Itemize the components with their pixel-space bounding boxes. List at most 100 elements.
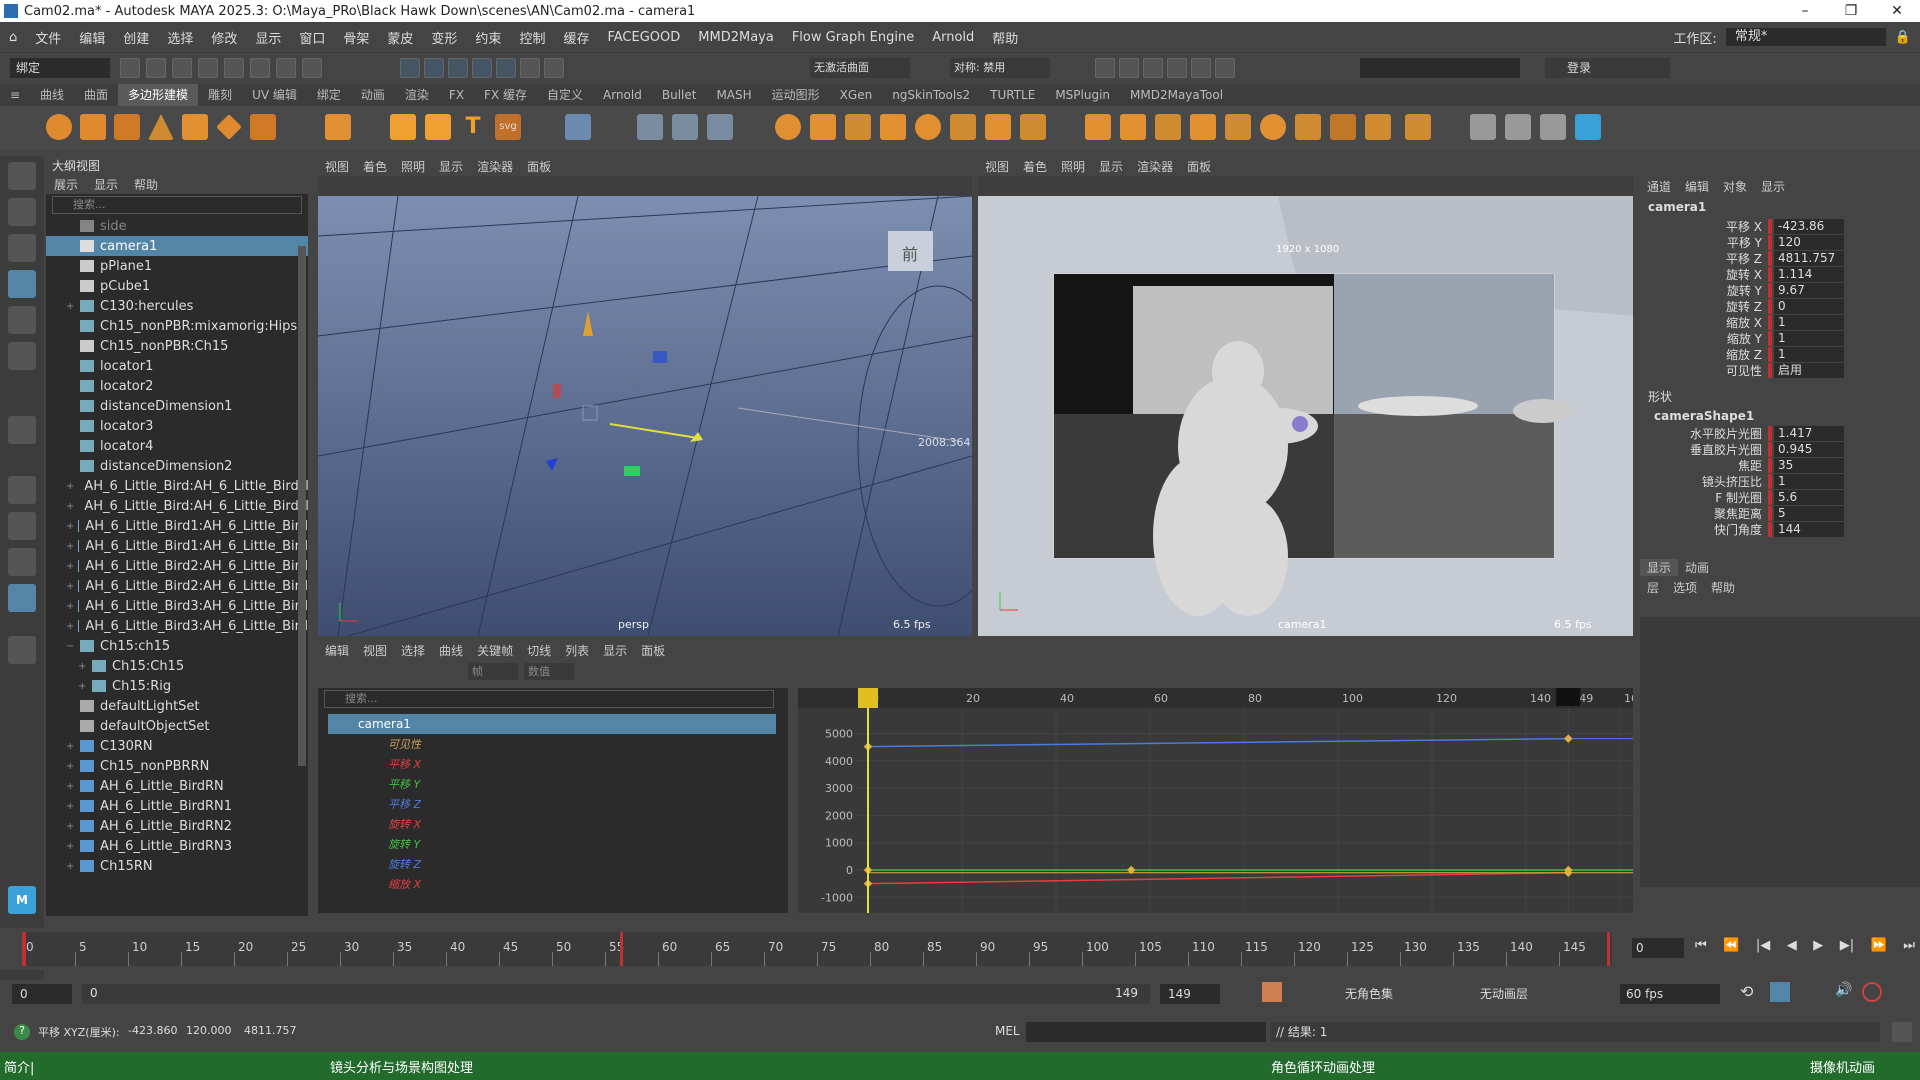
menu-deform[interactable]: 变形: [422, 28, 466, 47]
channel-attr-row[interactable]: 垂直胶片光圈 0.945: [1640, 441, 1920, 457]
multi-cut-icon[interactable]: [1120, 114, 1146, 140]
tab-rigging[interactable]: 绑定: [307, 84, 351, 106]
tab-fx[interactable]: FX: [439, 84, 474, 106]
ge-menu-view[interactable]: 视图: [356, 642, 394, 659]
menu-arnold[interactable]: Arnold: [923, 30, 983, 45]
script-language[interactable]: MEL: [995, 1024, 1020, 1038]
home-icon[interactable]: ⌂: [0, 30, 26, 45]
anim-layer-dropdown[interactable]: 无动画层: [1480, 984, 1580, 1004]
snap-point-icon[interactable]: [448, 58, 468, 78]
preferences-icon[interactable]: [1862, 982, 1882, 1002]
outliner-item[interactable]: + AH_6_Little_Bird2:AH_6_Little_Bird: [46, 556, 308, 576]
ge-menu-tangents[interactable]: 切线: [520, 642, 558, 659]
channel-attr-value[interactable]: 5.6: [1774, 489, 1844, 505]
menu-edit[interactable]: 编辑: [70, 28, 114, 47]
snap-grid-icon[interactable]: [400, 58, 420, 78]
outliner-item[interactable]: side: [46, 216, 308, 236]
bridge-icon[interactable]: [950, 114, 976, 140]
outliner-item[interactable]: + AH_6_Little_Bird:AH_6_Little_Bird_l: [46, 476, 308, 496]
channel-attr-value[interactable]: 5: [1774, 505, 1844, 521]
channel-attr-value[interactable]: 35: [1774, 457, 1844, 473]
vp-menu-show[interactable]: 显示: [432, 158, 470, 175]
target-weld-icon[interactable]: [1260, 114, 1286, 140]
tab-motion-graphics[interactable]: 运动图形: [762, 84, 830, 106]
tab-ngskintools[interactable]: ngSkinTools2: [882, 84, 980, 106]
ge-channel-row[interactable]: 旋转 Z: [318, 854, 788, 874]
cylindrical-uv-icon[interactable]: [1575, 114, 1601, 140]
channel-attr-row[interactable]: 平移 Z 4811.757: [1640, 250, 1920, 266]
select-tool-icon[interactable]: [8, 162, 36, 190]
outliner-item[interactable]: + C130RN: [46, 736, 308, 756]
tab-poly-modeling[interactable]: 多边形建模: [118, 84, 199, 106]
tab-sculpting[interactable]: 雕刻: [198, 84, 242, 106]
poly-cylinder-icon[interactable]: [114, 114, 140, 140]
outliner-menu-show[interactable]: 展示: [46, 176, 86, 193]
open-scene-icon[interactable]: [146, 58, 166, 78]
ge-channel-row[interactable]: 旋转 Y: [318, 834, 788, 854]
render-frame-icon[interactable]: [1095, 58, 1115, 78]
symmetry-field[interactable]: 对称: 禁用: [950, 58, 1050, 78]
channel-attr-value[interactable]: 1.417: [1774, 425, 1844, 441]
outliner-item[interactable]: Ch15_nonPBR:Ch15: [46, 336, 308, 356]
chapter-scene-composition[interactable]: 镜头分析与场景构图处理: [330, 1057, 790, 1076]
mode-dropdown[interactable]: 绑定: [10, 58, 110, 78]
shelf-options-icon[interactable]: ≡: [0, 84, 30, 106]
expand-icon[interactable]: +: [66, 541, 74, 552]
outliner-item[interactable]: Ch15_nonPBR:mixamorig:Hips: [46, 316, 308, 336]
outliner-item[interactable]: distanceDimension1: [46, 396, 308, 416]
mesh-tools-icon[interactable]: [565, 114, 591, 140]
ge-channel-row[interactable]: 平移 X: [318, 754, 788, 774]
planar-uv-icon[interactable]: [1540, 114, 1566, 140]
search-icon[interactable]: [8, 636, 36, 664]
tab-curves[interactable]: 曲线: [30, 84, 74, 106]
workspace-select[interactable]: 常规*: [1725, 28, 1886, 46]
lasso-tool-icon[interactable]: [8, 198, 36, 226]
channel-attr-value[interactable]: 9.67: [1774, 282, 1844, 298]
insert-edge-loop-icon[interactable]: [1155, 114, 1181, 140]
play-backward-icon[interactable]: ◀: [1787, 938, 1797, 958]
layout-single-icon[interactable]: [8, 476, 36, 504]
auto-key-icon[interactable]: [1262, 982, 1282, 1002]
help-icon[interactable]: ?: [14, 1024, 30, 1040]
vp2-menu-view[interactable]: 视图: [978, 158, 1016, 175]
smooth-icon[interactable]: [845, 114, 871, 140]
ge-channel-row[interactable]: 缩放 X: [318, 874, 788, 894]
range-start-field[interactable]: 0: [12, 984, 72, 1004]
expand-icon[interactable]: +: [66, 841, 76, 852]
mirror-icon[interactable]: [915, 114, 941, 140]
ge-menu-edit[interactable]: 编辑: [318, 642, 356, 659]
channel-attr-row[interactable]: 平移 Y 120: [1640, 234, 1920, 250]
live-surface-field[interactable]: 无激活曲面: [810, 58, 910, 78]
camera-canvas[interactable]: 1920 x 1080 camera1 6.5 fps: [978, 196, 1633, 636]
rotate-tool-icon[interactable]: [8, 306, 36, 334]
character-set-dropdown[interactable]: 无角色集: [1345, 984, 1470, 1004]
scale-tool-icon[interactable]: [8, 342, 36, 370]
outliner-item[interactable]: defaultLightSet: [46, 696, 308, 716]
bevel-icon[interactable]: [1020, 114, 1046, 140]
move-pivot-icon[interactable]: [672, 114, 698, 140]
ge-menu-show[interactable]: 显示: [596, 642, 634, 659]
channel-attr-value[interactable]: 0: [1774, 298, 1844, 314]
menu-skeleton[interactable]: 骨架: [334, 28, 378, 47]
vp-menu-renderer[interactable]: 渲染器: [470, 158, 520, 175]
redo-icon[interactable]: [224, 58, 244, 78]
undo-icon[interactable]: [198, 58, 218, 78]
channel-attr-row[interactable]: 可见性 启用: [1640, 362, 1920, 378]
tab-custom[interactable]: 自定义: [537, 84, 593, 106]
channel-attr-row[interactable]: 旋转 Y 9.67: [1640, 282, 1920, 298]
channel-attr-value[interactable]: 1: [1774, 346, 1844, 362]
channel-attr-row[interactable]: 旋转 X 1.114: [1640, 266, 1920, 282]
range-bar[interactable]: 0 149: [82, 984, 1150, 1004]
menu-display[interactable]: 显示: [246, 28, 290, 47]
outliner-item[interactable]: + AH_6_Little_Bird1:AH_6_Little_Bird: [46, 536, 308, 556]
tab-msplugin[interactable]: MSPlugin: [1045, 84, 1120, 106]
outliner-scrollbar[interactable]: [298, 246, 306, 766]
login-button[interactable]: 登录: [1545, 58, 1670, 78]
sweep-mesh-icon[interactable]: [425, 114, 451, 140]
uv-editor-icon[interactable]: [1470, 114, 1496, 140]
outliner-item[interactable]: + Ch15:Ch15: [46, 656, 308, 676]
boolean-icon[interactable]: [880, 114, 906, 140]
maximize-icon[interactable]: ❐: [1828, 3, 1874, 19]
distance-tool-icon[interactable]: [8, 416, 36, 444]
channel-attr-row[interactable]: F 制光圈 5.6: [1640, 489, 1920, 505]
